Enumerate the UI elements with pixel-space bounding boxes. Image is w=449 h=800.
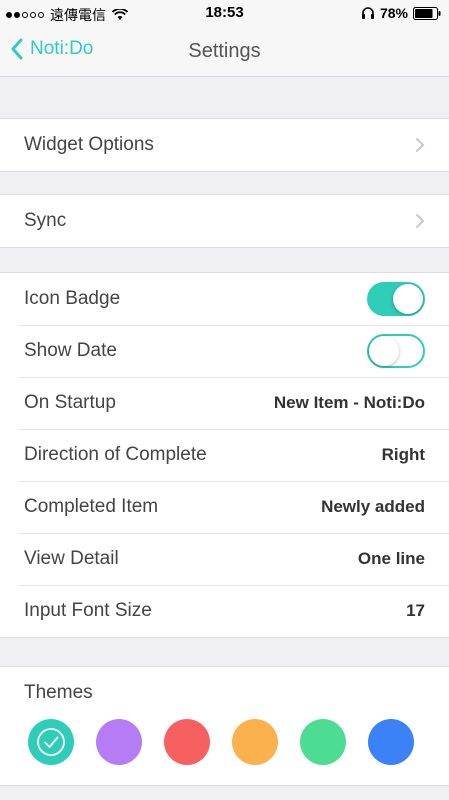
direction-value: Right <box>381 445 425 464</box>
headphones-icon <box>361 7 374 19</box>
status-bar: 遠傳電信 18:53 78% <box>0 0 449 28</box>
sync-section: Sync <box>0 194 449 248</box>
checkmark-circle-icon <box>37 728 65 756</box>
icon-badge-label: Icon Badge <box>24 288 121 309</box>
show-date-toggle[interactable] <box>367 334 425 368</box>
battery-percentage: 78% <box>379 5 408 21</box>
direction-row[interactable]: Direction of Complete Right <box>0 429 449 481</box>
font-size-value: 17 <box>406 601 425 620</box>
direction-label: Direction of Complete <box>24 444 207 465</box>
chevron-right-icon <box>416 214 425 228</box>
widget-options-section: Widget Options <box>0 118 449 172</box>
status-right: 78% <box>361 5 441 21</box>
theme-swatch-blue[interactable] <box>368 719 414 765</box>
on-startup-value: New Item - Noti:Do <box>273 393 425 412</box>
sync-label: Sync <box>24 210 67 231</box>
font-size-row[interactable]: Input Font Size 17 <box>0 585 449 637</box>
show-date-row: Show Date <box>0 325 449 377</box>
completed-item-row[interactable]: Completed Item Newly added <box>0 481 449 533</box>
icon-badge-toggle[interactable] <box>367 282 425 316</box>
theme-swatch-green[interactable] <box>300 719 346 765</box>
completed-item-label: Completed Item <box>24 496 159 517</box>
theme-swatch-red[interactable] <box>164 719 210 765</box>
show-date-label: Show Date <box>24 340 117 361</box>
widget-options-label: Widget Options <box>24 134 154 155</box>
widget-options-row[interactable]: Widget Options <box>0 119 449 171</box>
view-detail-row[interactable]: View Detail One line <box>0 533 449 585</box>
themes-section: Themes <box>0 666 449 786</box>
battery-icon <box>413 6 441 20</box>
theme-swatch-teal[interactable] <box>28 719 74 765</box>
page-title: Settings <box>188 40 261 62</box>
navigation-bar: Noti:Do Settings <box>0 28 449 77</box>
icon-badge-row: Icon Badge <box>0 273 449 325</box>
themes-label: Themes <box>24 682 93 703</box>
on-startup-label: On Startup <box>24 392 116 413</box>
theme-swatch-purple[interactable] <box>96 719 142 765</box>
options-section: Icon Badge Show Date On Startup New Item… <box>0 272 449 638</box>
on-startup-row[interactable]: On Startup New Item - Noti:Do <box>0 377 449 429</box>
view-detail-value: One line <box>357 549 425 568</box>
completed-item-value: Newly added <box>321 497 425 516</box>
toggle-knob <box>369 336 399 366</box>
theme-swatch-orange[interactable] <box>232 719 278 765</box>
view-detail-label: View Detail <box>24 548 119 569</box>
theme-swatches <box>0 719 449 779</box>
toggle-knob <box>393 284 423 314</box>
font-size-label: Input Font Size <box>24 600 152 621</box>
chevron-right-icon <box>416 138 425 152</box>
sync-row[interactable]: Sync <box>0 195 449 247</box>
